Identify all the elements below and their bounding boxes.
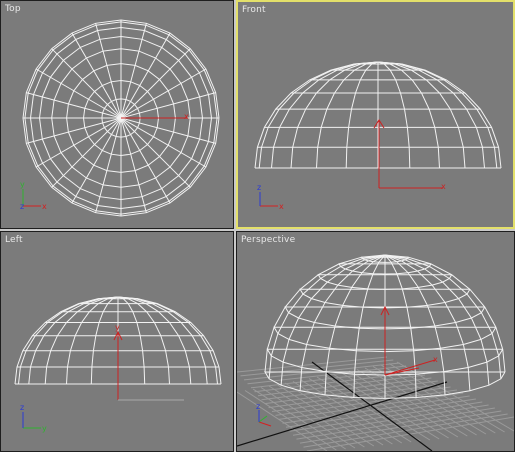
wire-spoke xyxy=(35,117,122,168)
wire-meridian xyxy=(258,61,379,169)
axis-x-label: x xyxy=(279,202,284,211)
wire-spoke xyxy=(120,117,171,204)
wire-meridian xyxy=(90,296,119,385)
wire-spoke xyxy=(35,68,122,119)
axis-tripod: x z xyxy=(257,183,284,211)
wire-meridian xyxy=(18,296,119,385)
wire-spoke xyxy=(51,117,122,188)
wire-meridian xyxy=(377,61,440,169)
grid-line xyxy=(268,385,365,448)
viewport-top[interactable]: Top x x y z xyxy=(0,0,234,229)
axis-x-label: x xyxy=(42,202,47,211)
pivot-gizmo: x xyxy=(380,305,438,376)
axis-tripod: y z xyxy=(20,403,47,433)
viewport-front[interactable]: Front x x z xyxy=(236,0,515,229)
axis-z-label: z xyxy=(20,202,24,211)
axis-z-label: z xyxy=(20,403,24,412)
wire-spoke xyxy=(51,48,122,119)
wire-meridian xyxy=(377,61,466,169)
wire-meridian xyxy=(264,254,386,373)
wire-meridian xyxy=(316,61,379,169)
viewport-left[interactable]: Left y y z xyxy=(0,231,234,452)
wire-meridian xyxy=(117,296,146,385)
grid-line xyxy=(284,382,384,446)
top-wireframe: x x y z xyxy=(20,19,220,217)
grid-line xyxy=(306,416,514,451)
wire-spoke xyxy=(120,117,191,188)
axis-y-label: y xyxy=(42,424,47,433)
wire-meridian xyxy=(353,254,386,398)
wire-spoke xyxy=(71,32,122,119)
pivot-x-label: x xyxy=(184,112,189,121)
pivot-gizmo: y xyxy=(113,323,184,401)
wire-spoke xyxy=(120,32,171,119)
wire-meridian xyxy=(345,61,379,169)
wire-spoke xyxy=(71,117,122,204)
left-wireframe: y y z xyxy=(14,296,222,433)
wire-meridian xyxy=(377,61,411,169)
axis-z-label: z xyxy=(257,183,261,192)
wire-meridian xyxy=(117,296,218,385)
wire-meridian xyxy=(290,61,379,169)
perspective-wireframe: x z xyxy=(237,254,514,451)
axis-y-label: y xyxy=(20,180,25,189)
wire-meridian xyxy=(44,296,119,385)
grid-line xyxy=(237,356,388,373)
axis-tripod: x y z xyxy=(20,180,47,211)
wire-spoke xyxy=(120,68,207,119)
pivot-x-label: x xyxy=(433,355,438,364)
pivot-y-label: y xyxy=(115,323,120,332)
axis-z-label: z xyxy=(256,402,260,411)
wire-meridian xyxy=(384,254,506,373)
wire-spoke xyxy=(120,117,207,168)
pivot-x-label: x xyxy=(441,182,446,191)
wire-spoke xyxy=(120,48,191,119)
pivot-gizmo: x xyxy=(121,112,189,121)
wire-meridian xyxy=(377,61,498,169)
viewport-perspective[interactable]: Perspective x z xyxy=(236,231,515,452)
front-wireframe: x x z xyxy=(254,61,502,211)
wire-meridian xyxy=(117,296,192,385)
